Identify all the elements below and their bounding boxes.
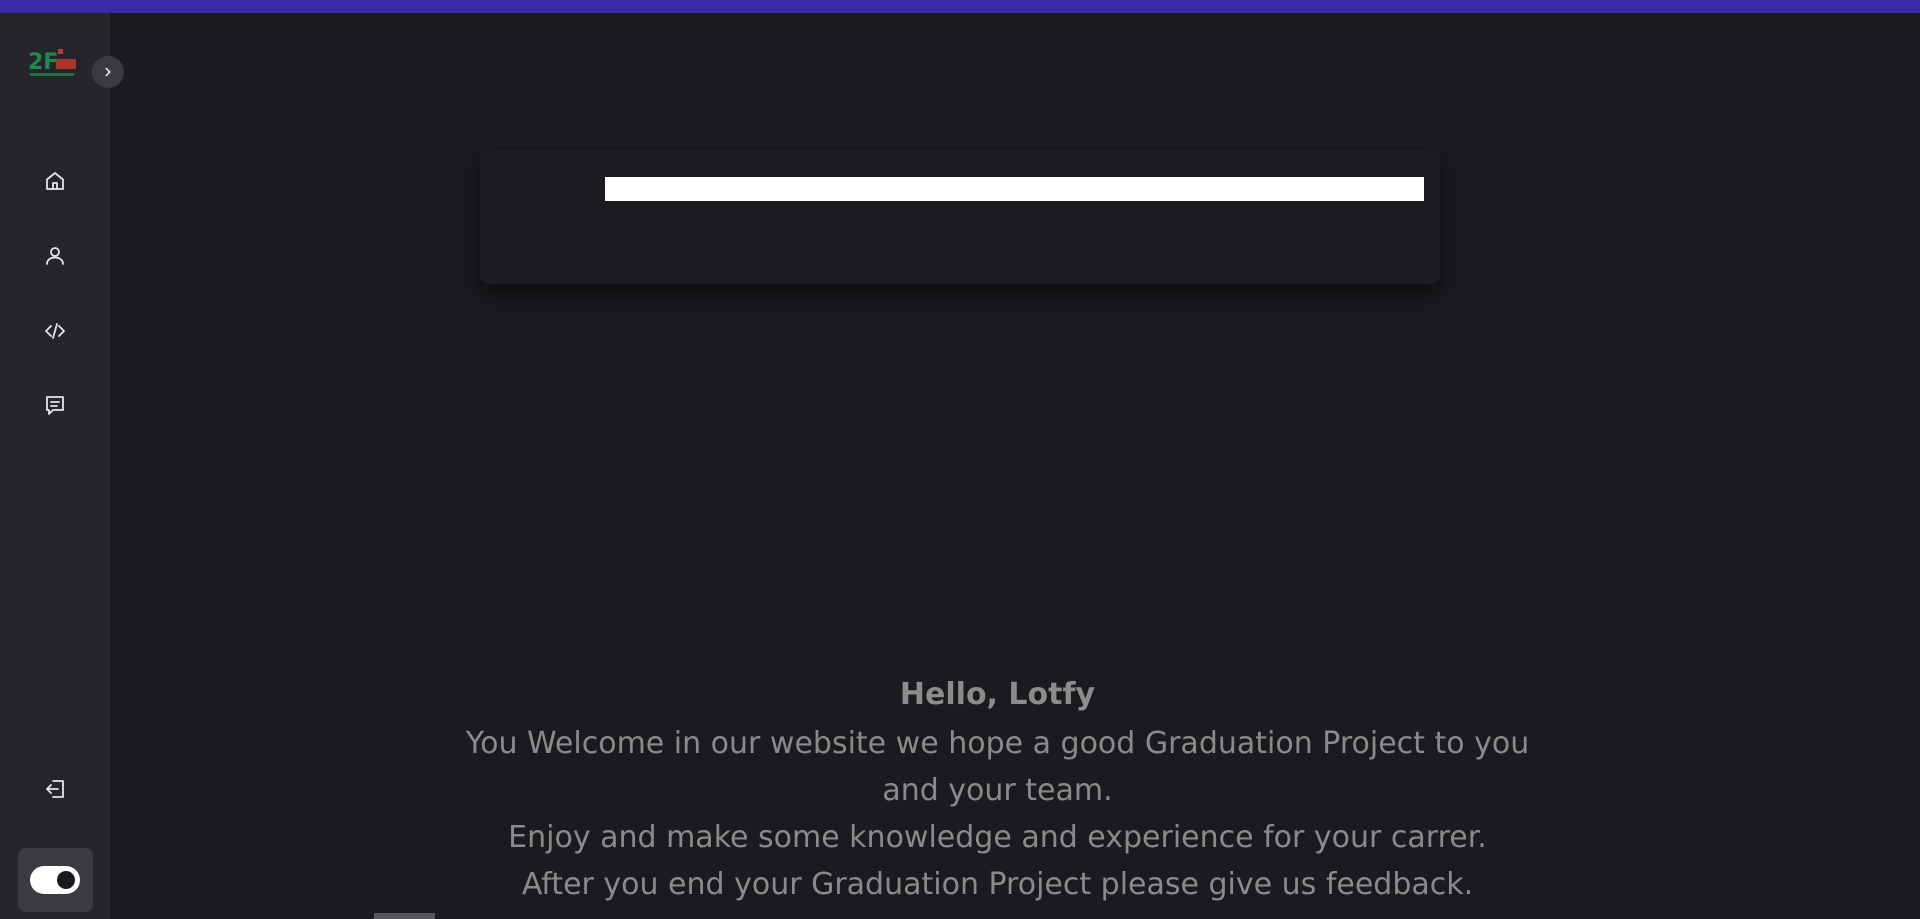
theme-toggle-knob — [57, 871, 75, 889]
horizontal-scrollbar-thumb[interactable] — [374, 913, 435, 919]
sidebar-item-home[interactable] — [39, 165, 71, 197]
welcome-line-2: Enjoy and make some knowledge and experi… — [508, 820, 1487, 855]
welcome-greeting: Hello, Lotfy — [899, 677, 1096, 712]
theme-toggle[interactable] — [30, 866, 80, 894]
chevron-right-icon — [105, 67, 111, 77]
message-icon — [46, 396, 64, 415]
sidebar-expand-button[interactable] — [92, 56, 124, 88]
welcome-message: You Welcome in our website we hope a goo… — [465, 726, 1530, 808]
logout-button[interactable] — [39, 773, 71, 805]
banner-card — [480, 150, 1440, 284]
user-icon — [46, 247, 64, 265]
welcome-line-3: After you end your Graduation Project pl… — [521, 867, 1474, 902]
banner-placeholder-bar — [605, 177, 1424, 201]
theme-toggle-container — [18, 848, 93, 912]
welcome-section: Hello, Lotfy You Welcome in our website … — [420, 670, 1575, 908]
app-logo[interactable]: 2F — [28, 41, 80, 81]
sidebar-item-code[interactable] — [39, 315, 71, 347]
sidebar-item-feedback[interactable] — [39, 389, 71, 421]
logout-icon — [46, 780, 64, 798]
sidebar-item-profile[interactable] — [39, 240, 71, 272]
top-accent-bar — [0, 0, 1920, 13]
home-icon — [46, 172, 64, 190]
svg-text:2F: 2F — [28, 50, 58, 75]
sidebar: 2F — [0, 13, 124, 919]
code-icon — [45, 323, 65, 339]
